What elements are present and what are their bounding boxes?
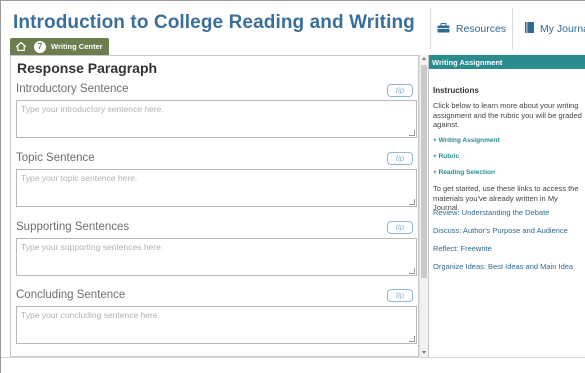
- resize-handle[interactable]: [409, 268, 415, 274]
- briefcase-icon: [437, 22, 450, 36]
- supporting-sentences-input[interactable]: [16, 238, 417, 276]
- app-title: Introduction to College Reading and Writ…: [13, 12, 415, 33]
- editor-title: Response Paragraph: [17, 60, 158, 76]
- my-journal-button[interactable]: My Journal: [512, 8, 585, 50]
- app-window: Introduction to College Reading and Writ…: [0, 0, 585, 373]
- topic-sentence-label: Topic Sentence: [16, 152, 95, 164]
- journal-book-icon: [525, 22, 534, 36]
- concluding-sentence-input[interactable]: [16, 306, 417, 344]
- writing-assignment-sidebar: Writing Assignment Instructions Click be…: [428, 55, 585, 357]
- toggle-writing-assignment[interactable]: + Writing Assignment: [433, 137, 500, 144]
- topic-sentence-input[interactable]: [16, 169, 417, 207]
- response-paragraph-editor: Response Paragraph Introductory Sentence…: [10, 55, 419, 357]
- scroll-thumb[interactable]: [421, 65, 427, 278]
- header-nav: Resources My Journal: [430, 8, 585, 50]
- breadcrumb: 7 Writing Center: [10, 38, 109, 55]
- scroll-up-arrow-icon[interactable]: [422, 57, 426, 60]
- link-discuss[interactable]: Discuss: Author's Purpose and Audience: [433, 226, 568, 235]
- concluding-tip-button[interactable]: tip: [387, 289, 413, 302]
- footer-bar: [1, 357, 585, 373]
- breadcrumb-current[interactable]: Writing Center: [51, 42, 103, 51]
- step-number-badge: 7: [34, 40, 46, 53]
- link-review[interactable]: Review: Understanding the Debate: [433, 208, 549, 217]
- resize-handle[interactable]: [409, 130, 415, 136]
- toggle-reading-selection[interactable]: + Reading Selection: [433, 169, 495, 176]
- home-icon[interactable]: [14, 40, 28, 54]
- resize-handle[interactable]: [409, 199, 415, 205]
- sidebar-header: Writing Assignment: [429, 55, 585, 69]
- resources-label: Resources: [455, 23, 507, 35]
- link-organize-ideas[interactable]: Organize Ideas: Best Ideas and Main Idea: [433, 262, 573, 271]
- introductory-sentence-label: Introductory Sentence: [16, 83, 129, 95]
- link-reflect[interactable]: Reflect: Freewrite: [433, 244, 492, 253]
- instructions-text: Click below to learn more about your wri…: [433, 101, 582, 129]
- supporting-sentences-label: Supporting Sentences: [16, 221, 130, 233]
- instructions-heading: Instructions: [433, 86, 479, 95]
- introductory-tip-button[interactable]: tip: [387, 84, 413, 97]
- my-journal-label: My Journal: [540, 23, 585, 35]
- concluding-sentence-label: Concluding Sentence: [16, 289, 126, 301]
- introductory-sentence-input[interactable]: [16, 100, 417, 138]
- resources-button[interactable]: Resources: [430, 8, 512, 50]
- topic-tip-button[interactable]: tip: [387, 152, 413, 165]
- supporting-tip-button[interactable]: tip: [387, 221, 413, 234]
- editor-scrollbar[interactable]: [419, 55, 428, 357]
- resize-handle[interactable]: [409, 336, 415, 342]
- scroll-down-arrow-icon[interactable]: [422, 351, 426, 354]
- toggle-rubric[interactable]: + Rubric: [433, 153, 459, 160]
